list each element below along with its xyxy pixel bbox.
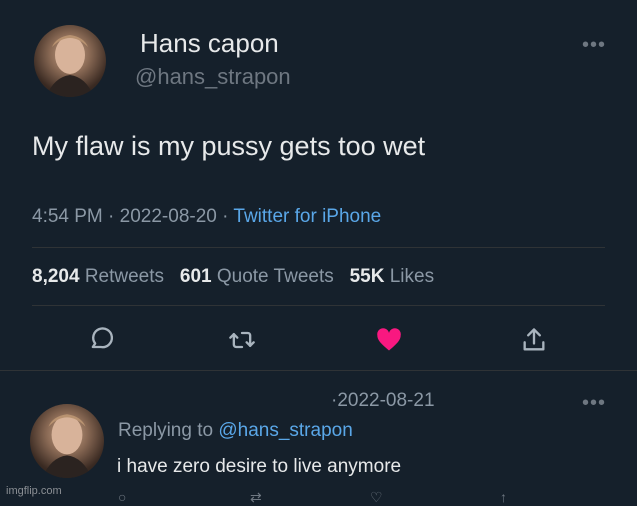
reply-text: i have zero desire to live anymore	[117, 456, 402, 477]
tweet-stats: 8,204 Retweets 601 Quote Tweets 55K Like…	[32, 266, 434, 288]
author-name[interactable]: Hans capon	[140, 28, 279, 59]
author-handle[interactable]: @hans_strapon	[135, 64, 291, 90]
reply-reply-icon[interactable]: ○	[118, 489, 126, 505]
tweet-meta: 4:54 PM · 2022-08-20 · Twitter for iPhon…	[32, 206, 381, 228]
like-icon[interactable]	[375, 326, 403, 354]
tweet-time[interactable]: 4:54 PM	[32, 206, 103, 227]
retweet-icon[interactable]	[228, 326, 256, 354]
tweet-date[interactable]: 2022-08-20	[120, 206, 217, 227]
replying-handle[interactable]: @hans_strapon	[218, 420, 352, 441]
reply-retweet-icon[interactable]: ⇄	[250, 489, 262, 506]
meta-separator: ·	[222, 206, 234, 227]
divider-bottom	[32, 305, 605, 306]
reply-date[interactable]: ·2022-08-21	[331, 390, 435, 412]
retweets-stat[interactable]: 8,204 Retweets	[32, 266, 164, 287]
likes-stat[interactable]: 55K Likes	[350, 266, 435, 287]
tweet-source[interactable]: Twitter for iPhone	[233, 206, 381, 227]
quote-tweets-stat[interactable]: 601 Quote Tweets	[180, 266, 334, 287]
replying-to: Replying to @hans_strapon	[118, 420, 353, 441]
share-icon[interactable]	[520, 326, 548, 354]
tweet-text: My flaw is my pussy gets too wet	[32, 131, 426, 161]
more-dots-icon[interactable]: •••	[582, 34, 606, 57]
divider-reply	[0, 370, 637, 371]
watermark: imgflip.com	[6, 485, 62, 497]
meta-separator: ·	[108, 206, 120, 227]
reply-avatar[interactable]	[30, 404, 104, 478]
author-avatar[interactable]	[34, 25, 106, 97]
reply-icon[interactable]	[87, 326, 115, 354]
divider-top	[32, 247, 605, 248]
reply-share-icon[interactable]: ↑	[500, 489, 507, 505]
reply-like-icon[interactable]: ♡	[370, 489, 383, 506]
reply-more-dots-icon[interactable]: •••	[582, 392, 606, 415]
